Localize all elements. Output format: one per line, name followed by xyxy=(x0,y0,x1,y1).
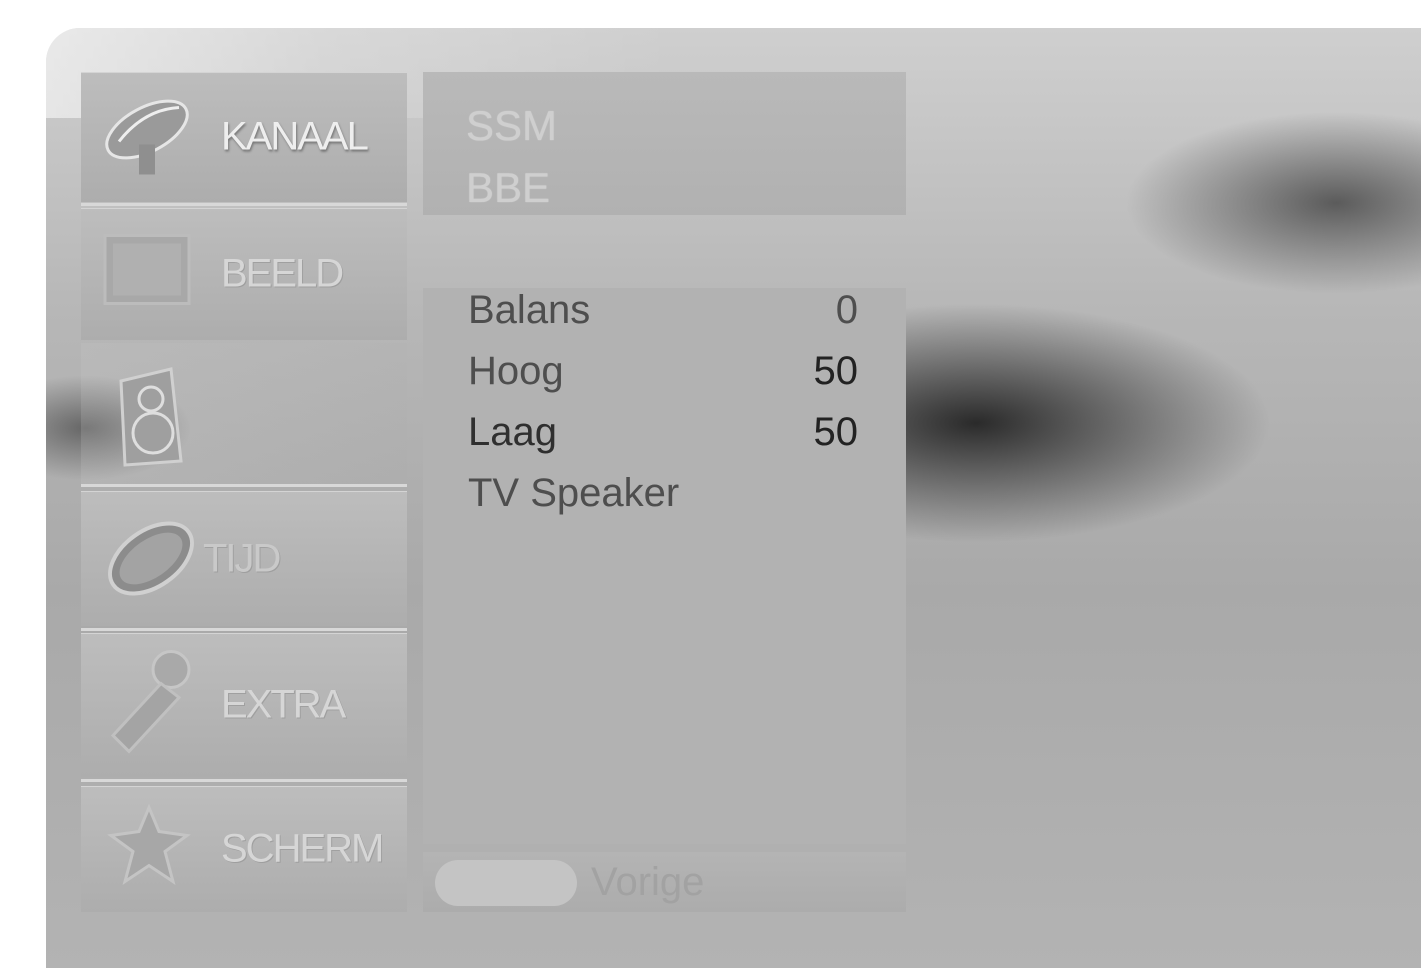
row-value: 50 xyxy=(813,410,859,454)
submenu-row-tv-speaker[interactable]: TV Speaker xyxy=(468,471,858,521)
menu-label-beeld: BEELD xyxy=(221,251,344,296)
footer-hint-bar: Vorige xyxy=(423,852,906,912)
menu-label-extra: EXTRA xyxy=(221,682,346,727)
menu-divider xyxy=(81,779,407,782)
submenu-row-balans[interactable]: Balans 0 xyxy=(468,288,858,338)
menu-item-kanaal[interactable]: KANAAL xyxy=(81,72,407,202)
picture-icon xyxy=(99,230,195,319)
submenu-option-bbe[interactable]: BBE xyxy=(466,164,550,208)
tool-icon xyxy=(99,648,199,763)
menu-item-scherm[interactable]: SCHERM xyxy=(81,786,407,912)
screen-setup-icon xyxy=(99,802,199,897)
row-label: Laag xyxy=(468,410,557,454)
row-label: TV Speaker xyxy=(468,471,680,515)
row-label: Balans xyxy=(468,288,591,332)
menu-divider xyxy=(81,203,407,206)
submenu-option-ssm[interactable]: SSM xyxy=(466,102,557,150)
menu-label-scherm: SCHERM xyxy=(221,826,384,871)
menu-divider xyxy=(81,484,407,487)
menu-button-icon xyxy=(435,860,577,906)
menu-item-geluid-selected[interactable] xyxy=(81,343,407,485)
footer-hint-text: Vorige xyxy=(591,860,705,904)
row-label: Hoog xyxy=(468,349,564,393)
submenu-row-laag[interactable]: Laag 50 xyxy=(468,410,858,460)
row-value: 0 xyxy=(835,288,858,332)
menu-label-tijd: TIJD xyxy=(203,536,281,580)
menu-item-beeld[interactable]: BEELD xyxy=(81,208,407,340)
row-value: 50 xyxy=(813,349,859,393)
menu-divider xyxy=(81,628,407,631)
submenu-main-panel: Balans 0 Hoog 50 Laag 50 TV Speaker xyxy=(423,288,906,844)
submenu-top-panel: SSM BBE xyxy=(423,72,906,215)
menu-item-extra[interactable]: EXTRA xyxy=(81,633,407,777)
clock-icon xyxy=(99,508,209,609)
submenu-row-hoog[interactable]: Hoog 50 xyxy=(468,349,858,399)
menu-item-tijd[interactable]: TIJD xyxy=(81,491,407,626)
speaker-icon xyxy=(111,361,201,476)
satellite-dish-icon xyxy=(99,90,199,185)
menu-label-kanaal: KANAAL xyxy=(221,114,369,159)
